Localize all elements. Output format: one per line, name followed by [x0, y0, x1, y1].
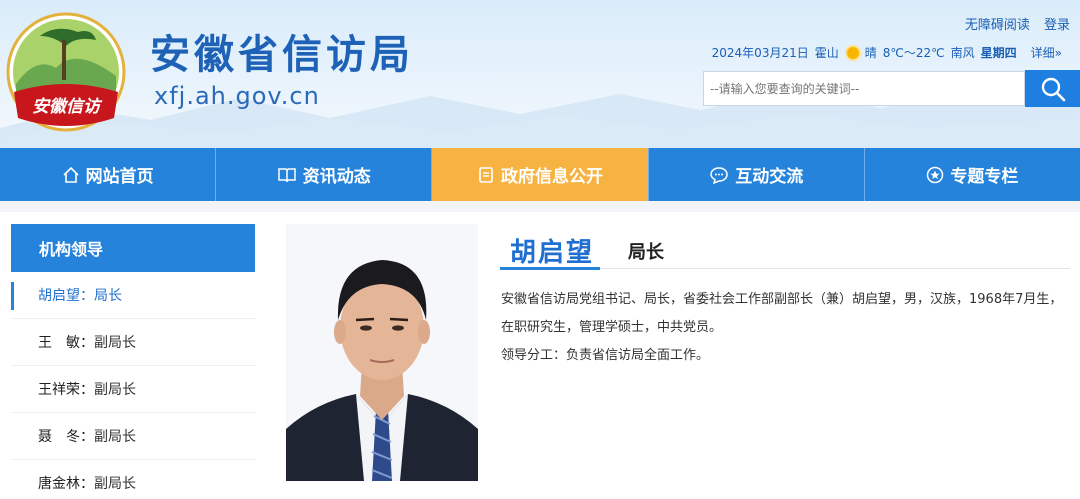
sidebar-title: 机构领导: [11, 224, 255, 272]
nav-news-label: 资讯动态: [302, 167, 371, 187]
leader-role: 副局长: [94, 335, 136, 351]
leader-name: 胡启望: [38, 288, 80, 304]
sun-icon: [846, 46, 859, 59]
name-underline: [500, 267, 600, 270]
search-icon: [1041, 77, 1065, 101]
site-title: 安徽省信访局: [150, 32, 414, 78]
sidebar-item-leader[interactable]: 王祥荣：副局长: [11, 366, 255, 413]
weather-details-link[interactable]: 详细»: [1031, 44, 1062, 61]
nav-news[interactable]: 资讯动态: [216, 148, 433, 201]
sidebar-item-leader[interactable]: 王 敏：副局长: [11, 319, 255, 366]
leader-role: 副局长: [94, 382, 136, 398]
nav-interaction-label: 互动交流: [735, 167, 804, 187]
wind-text: 南风: [950, 46, 975, 60]
bio-paragraph: 安徽省信访局党组书记、局长，省委社会工作部副部长（兼）胡启望，男，汉族，1968…: [501, 292, 1063, 335]
site-logo[interactable]: 安徽信访: [6, 6, 126, 138]
document-icon: [479, 166, 493, 183]
leader-photo: [286, 224, 478, 481]
accessibility-link[interactable]: 无障碍阅读: [965, 18, 1030, 33]
leader-name: 聂 冬: [38, 429, 80, 445]
search-input[interactable]: [703, 71, 1025, 106]
nav-gov-info-label: 政府信息公开: [501, 167, 603, 187]
login-link[interactable]: 登录: [1044, 18, 1070, 33]
nav-interaction[interactable]: 互动交流: [649, 148, 865, 201]
weather-bar: 2024年03月21日 霍山 晴 8℃～22℃ 南风 星期四 详细»: [706, 44, 1062, 61]
leader-sidebar: 机构领导 胡启望：局长 王 敏：副局长 王祥荣：副局长 聂 冬：副局长 唐金林：…: [11, 224, 255, 499]
profile-bio: 安徽省信访局党组书记、局长，省委社会工作部副部长（兼）胡启望，男，汉族，1968…: [501, 286, 1067, 370]
leader-name: 王 敏: [38, 335, 80, 351]
chat-icon: [710, 166, 728, 184]
site-domain: xfj.ah.gov.cn: [154, 82, 320, 110]
sidebar-item-leader[interactable]: 胡启望：局长: [11, 272, 255, 319]
top-links: 无障碍阅读 登录: [955, 14, 1070, 33]
weather-condition: 晴: [864, 46, 877, 60]
nav-gov-info[interactable]: 政府信息公开: [432, 148, 649, 201]
nav-special[interactable]: 专题专栏: [865, 148, 1080, 201]
svg-text:安徽信访: 安徽信访: [32, 97, 103, 117]
site-header: 安徽信访 安徽省信访局 xfj.ah.gov.cn 无障碍阅读 登录 2024年…: [0, 0, 1080, 148]
leader-name: 唐金林: [38, 476, 80, 492]
book-icon: [278, 167, 296, 182]
date-text: 2024年03月21日: [711, 46, 809, 60]
main-content: 机构领导 胡启望：局长 王 敏：副局长 王祥荣：副局长 聂 冬：副局长 唐金林：…: [0, 212, 1080, 499]
leader-role: 副局长: [94, 476, 136, 492]
leader-role: 副局长: [94, 429, 136, 445]
bio-duty: 领导分工：负责省信访局全面工作。: [501, 348, 710, 363]
portrait-image: [286, 224, 478, 481]
profile-name: 胡启望: [510, 238, 595, 268]
leader-name: 王祥荣: [38, 382, 80, 398]
weekday-text: 星期四: [980, 46, 1017, 60]
star-icon: [927, 166, 944, 183]
nav-home-label: 网站首页: [85, 167, 154, 187]
search-button[interactable]: [1025, 70, 1080, 107]
nav-special-label: 专题专栏: [950, 167, 1019, 187]
sidebar-item-leader[interactable]: 唐金林：副局长: [11, 460, 255, 499]
main-nav: 网站首页 资讯动态 政府信息公开 互动交流 专题专栏: [0, 148, 1080, 201]
temperature-text: 8℃～22℃: [882, 46, 945, 60]
leader-role: 局长: [94, 288, 122, 304]
home-icon: [63, 166, 79, 183]
sidebar-item-leader[interactable]: 聂 冬：副局长: [11, 413, 255, 460]
city-text: 霍山: [814, 46, 839, 60]
nav-home[interactable]: 网站首页: [0, 148, 217, 201]
profile-position: 局长: [628, 242, 664, 263]
